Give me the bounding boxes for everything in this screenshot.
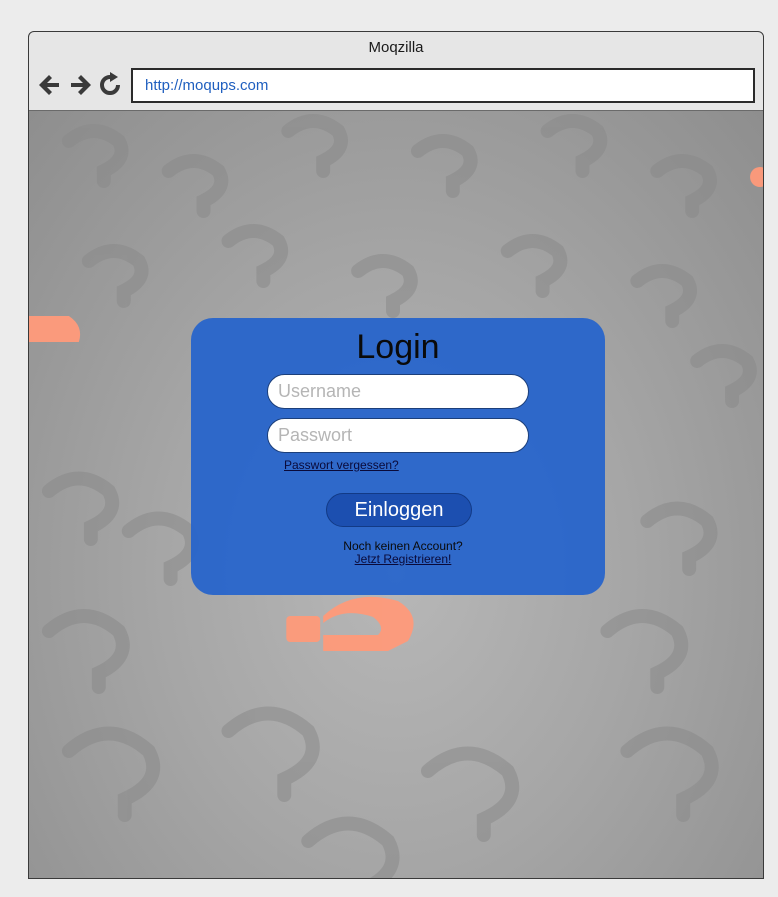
arrow-right-icon[interactable] — [67, 72, 93, 98]
forgot-password-link[interactable]: Passwort vergessen? — [284, 458, 399, 472]
login-panel: Login Passwort vergessen? Einloggen Noch… — [191, 318, 605, 595]
browser-toolbar: http://moqups.com — [29, 64, 763, 111]
window-title: Moqzilla — [368, 39, 424, 56]
login-title: Login — [356, 328, 440, 366]
login-button[interactable]: Einloggen — [326, 493, 472, 527]
browser-window: Moqzilla http://moqups.com Login Usernam… — [28, 31, 764, 879]
reload-icon[interactable] — [97, 72, 123, 98]
url-bar[interactable]: http://moqups.com — [131, 68, 755, 103]
arrow-left-icon[interactable] — [37, 72, 63, 98]
password-input[interactable] — [267, 418, 529, 453]
register-link[interactable]: Jetzt Registrieren! — [191, 552, 605, 566]
page-viewport: Login Passwort vergessen? Einloggen Noch… — [29, 111, 763, 878]
no-account-text: Noch keinen Account? — [343, 539, 463, 553]
username-input[interactable] — [267, 374, 529, 409]
